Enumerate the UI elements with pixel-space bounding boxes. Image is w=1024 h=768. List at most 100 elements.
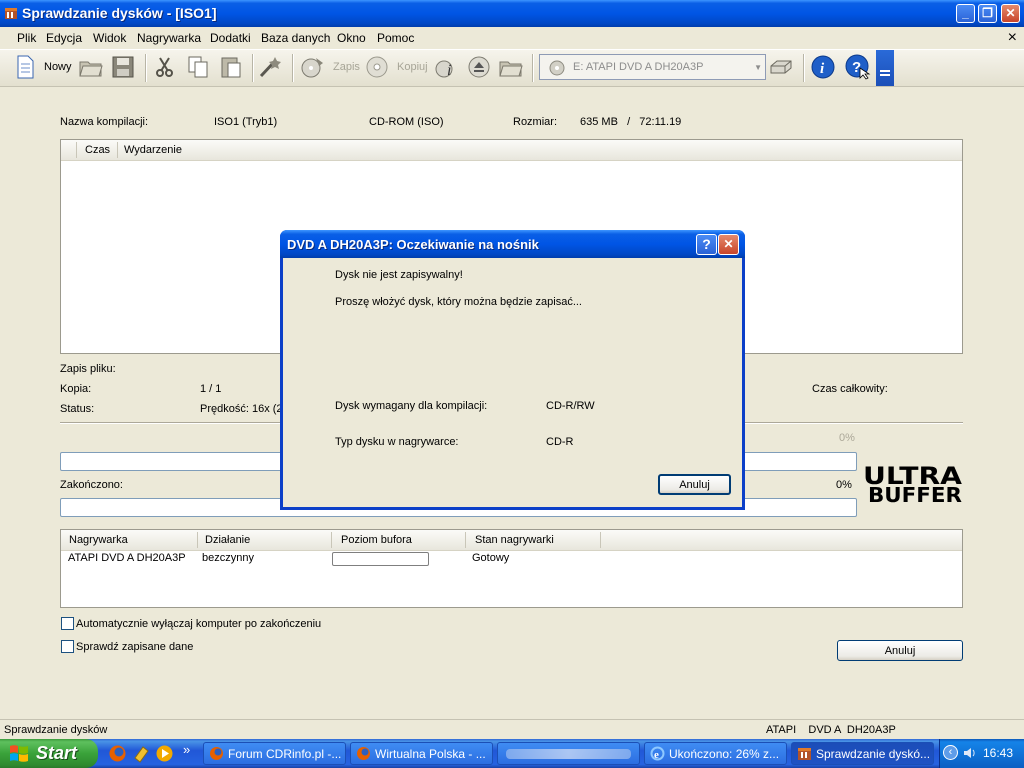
- copy-value: 1 / 1: [200, 383, 222, 395]
- status-label: Status:: [60, 403, 95, 415]
- open-folder-icon[interactable]: [78, 54, 104, 80]
- column-state[interactable]: Stan nagrywarki: [475, 534, 554, 546]
- column-buffer[interactable]: Poziom bufora: [341, 534, 412, 546]
- task-blurred[interactable]: [497, 742, 640, 765]
- blurred-content: [506, 749, 631, 759]
- ultra-buffer-logo: ULTRA BUFFER: [863, 462, 963, 504]
- title-bar[interactable]: Sprawdzanie dysków - [ISO1] _ ❐ ✕: [0, 0, 1024, 27]
- restore-button[interactable]: ❐: [978, 4, 997, 23]
- burn-label[interactable]: Zapis: [333, 61, 360, 73]
- dialog-close-button[interactable]: ✕: [718, 234, 739, 255]
- finished-label: Zakończono:: [60, 479, 123, 491]
- size-label: Rozmiar:: [513, 116, 558, 128]
- copy-label[interactable]: Kopiuj: [397, 61, 428, 73]
- menu-nagrywarka[interactable]: Nagrywarka: [137, 31, 201, 45]
- task-forum-cdrinfo[interactable]: Forum CDRinfo.pl -...: [203, 742, 346, 765]
- media-wait-dialog: DVD A DH20A3P: Oczekiwanie na nośnik ? ✕…: [280, 230, 745, 510]
- task-label: Ukończono: 26% z...: [669, 747, 780, 761]
- column-recorder[interactable]: Nagrywarka: [69, 534, 128, 546]
- start-label: Start: [36, 743, 78, 763]
- save-disk-icon[interactable]: [110, 54, 136, 80]
- app-flame-icon: [5, 8, 17, 19]
- menu-plik[interactable]: Plik: [17, 31, 36, 45]
- menu-baza-danych[interactable]: Baza danych: [261, 31, 330, 45]
- size-value: 635 MB / 72:11.19: [580, 116, 682, 128]
- dialog-title-bar[interactable]: DVD A DH20A3P: Oczekiwanie na nośnik ? ✕: [280, 230, 745, 258]
- about-icon[interactable]: i: [810, 54, 836, 80]
- tray-expand-icon[interactable]: ‹: [943, 745, 958, 760]
- menu-widok[interactable]: Widok: [93, 31, 126, 45]
- wizard-icon[interactable]: [258, 54, 284, 80]
- new-label[interactable]: Nowy: [44, 61, 72, 73]
- start-button[interactable]: Start: [0, 739, 98, 768]
- toolbar-separator: [803, 54, 805, 82]
- column-time[interactable]: Czas: [85, 144, 110, 156]
- task-wirtualna-polska[interactable]: Wirtualna Polska - ...: [350, 742, 493, 765]
- toolbar-separator: [145, 54, 147, 82]
- table-row[interactable]: ATAPI DVD A DH20A3P bezczynny Gotowy: [61, 550, 962, 568]
- column-separator: [331, 532, 332, 548]
- dialog-help-button[interactable]: ?: [696, 234, 717, 255]
- speed-value: Prędkość: 16x (2: [200, 403, 283, 415]
- verify-checkbox[interactable]: [61, 640, 74, 653]
- paste-icon[interactable]: [218, 54, 244, 80]
- menu-edycja[interactable]: Edycja: [46, 31, 82, 45]
- menu-dodatki[interactable]: Dodatki: [210, 31, 251, 45]
- recorder-table[interactable]: Nagrywarka Działanie Poziom bufora Stan …: [60, 529, 963, 608]
- drive-disc-type-value: CD-R: [546, 436, 574, 448]
- new-document-icon[interactable]: [12, 54, 38, 80]
- help-cursor-icon[interactable]: ?: [845, 54, 871, 80]
- close-button[interactable]: ✕: [1001, 4, 1020, 23]
- cancel-button[interactable]: Anuluj: [837, 640, 963, 661]
- eject-icon[interactable]: [466, 54, 492, 80]
- firefox-icon[interactable]: [108, 744, 127, 763]
- auto-shutdown-label[interactable]: Automatycznie wyłączaj komputer po zakoń…: [76, 618, 321, 630]
- dialog-message-error: Dysk nie jest zapisywalny!: [335, 269, 463, 281]
- dialog-cancel-button[interactable]: Anuluj: [658, 474, 731, 495]
- verify-label[interactable]: Sprawdź zapisane dane: [76, 641, 193, 653]
- chevron-down-icon[interactable]: ▼: [754, 63, 762, 72]
- column-separator: [197, 532, 198, 548]
- svg-text:BUFFER: BUFFER: [868, 483, 962, 504]
- task-sprawdzanie-dyskow[interactable]: Sprawdzanie dyskó...: [791, 742, 934, 765]
- menu-pomoc[interactable]: Pomoc: [377, 31, 414, 45]
- toolbar-chevron-icon[interactable]: [876, 50, 894, 86]
- clock: 16:43: [983, 746, 1014, 760]
- quicklaunch-more[interactable]: »: [183, 742, 190, 757]
- copy-icon[interactable]: [185, 54, 211, 80]
- toolbar-separator: [532, 54, 534, 82]
- file-write-label: Zapis pliku:: [60, 363, 116, 375]
- app-flame-icon: [798, 748, 811, 760]
- recorder-name: ATAPI DVD A DH20A3P: [68, 552, 186, 564]
- volume-icon[interactable]: [962, 745, 978, 761]
- drive-select-value: E: ATAPI DVD A DH20A3P: [573, 61, 704, 73]
- column-action[interactable]: Działanie: [205, 534, 250, 546]
- info-icon[interactable]: i: [433, 54, 459, 80]
- file-percent: 0%: [839, 432, 855, 444]
- burn-icon[interactable]: [300, 54, 326, 80]
- task-download-progress[interactable]: e Ukończono: 26% z...: [644, 742, 787, 765]
- windows-logo-icon: [10, 745, 28, 762]
- taskbar: Start » Forum CDRinfo.pl -... Wirtualna …: [0, 739, 1024, 768]
- cut-icon[interactable]: [152, 54, 178, 80]
- menu-okno[interactable]: Okno: [337, 31, 366, 45]
- drive-icon[interactable]: [768, 54, 794, 80]
- compilation-type-value: CD-ROM (ISO): [369, 116, 444, 128]
- finished-percent: 0%: [836, 479, 852, 491]
- minimize-button[interactable]: _: [956, 4, 975, 23]
- media-player-icon[interactable]: [155, 744, 174, 763]
- task-label: Sprawdzanie dyskó...: [816, 747, 931, 761]
- auto-shutdown-checkbox[interactable]: [61, 617, 74, 630]
- browse-folder-icon[interactable]: [498, 54, 524, 80]
- quicklaunch-app-icon[interactable]: [132, 744, 151, 763]
- column-separator: [600, 532, 601, 548]
- mdi-close-icon[interactable]: ×: [1008, 29, 1017, 47]
- copy-disc-icon[interactable]: [365, 54, 391, 80]
- task-label: Forum CDRinfo.pl -...: [228, 747, 342, 761]
- drive-icon: [549, 60, 565, 76]
- dialog-body: Dysk nie jest zapisywalny! Proszę włożyć…: [283, 258, 742, 507]
- column-event[interactable]: Wydarzenie: [124, 144, 182, 156]
- ie-icon: e: [650, 746, 665, 761]
- svg-text:i: i: [447, 62, 451, 79]
- drive-select[interactable]: E: ATAPI DVD A DH20A3P ▼: [539, 54, 766, 80]
